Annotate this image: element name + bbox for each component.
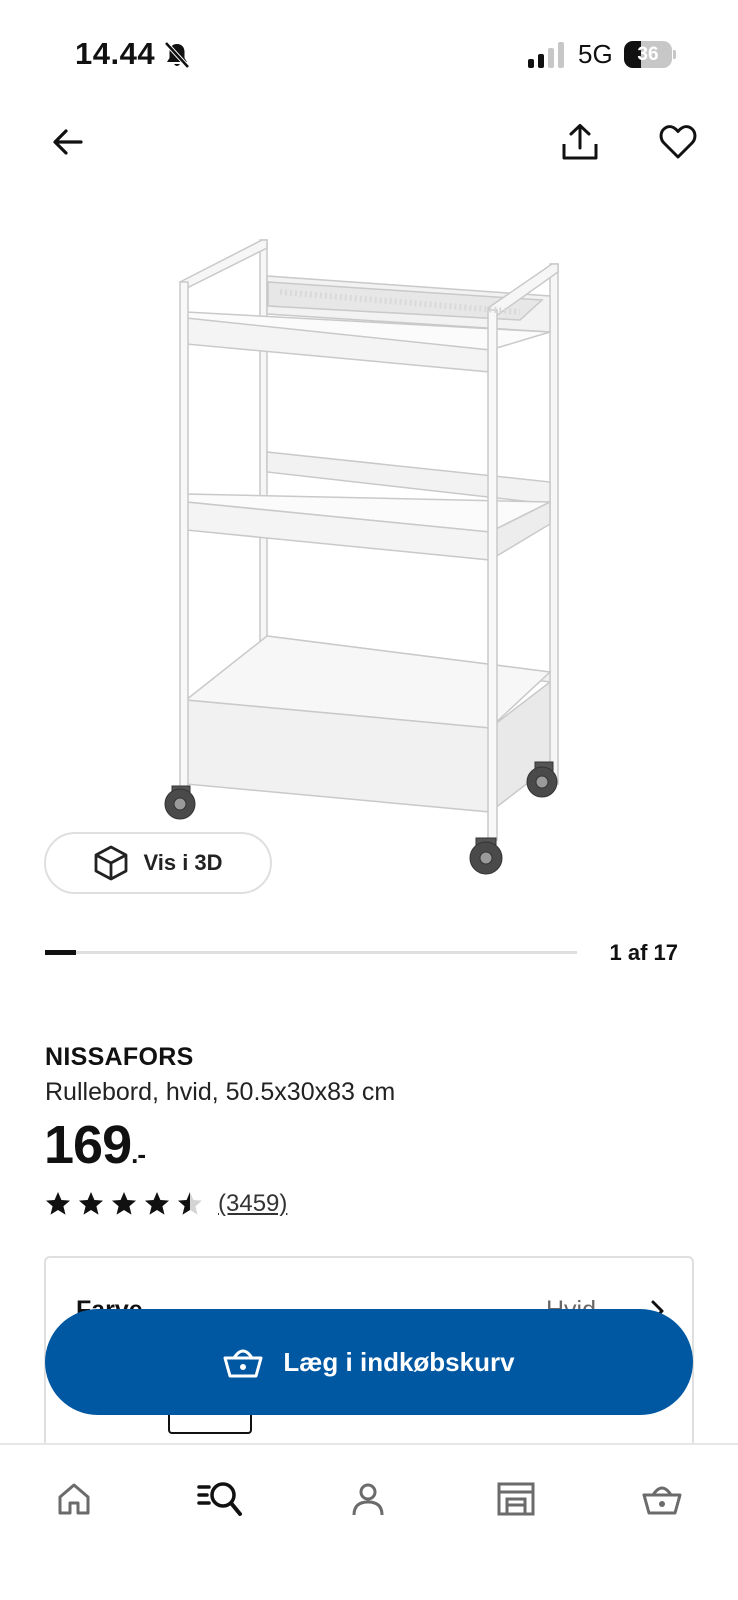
price-suffix: .- [131,1139,146,1169]
product-name: NISSAFORS [45,1043,194,1071]
heart-icon [659,125,697,159]
add-to-cart-label: Læg i indkøbskurv [283,1346,515,1377]
product-price: 169.- [44,1114,146,1176]
cube-icon [95,845,128,881]
star-icon [112,1192,136,1215]
gallery-progress-fill [45,950,76,955]
basket-icon [642,1486,682,1515]
nav-profile[interactable] [338,1469,398,1529]
star-icon [79,1192,103,1215]
gallery-counter: 1 af 17 [609,940,679,965]
product-rating[interactable]: (3459) [44,1188,287,1220]
battery-indicator: 36 [624,41,676,68]
back-button[interactable] [40,114,96,170]
nav-home[interactable] [44,1469,104,1529]
store-icon [497,1482,535,1516]
basket-icon [223,1349,263,1378]
gallery-progress [45,950,577,955]
add-to-cart-button[interactable]: Læg i indkøbskurv [45,1309,693,1415]
status-time: 14.44 [75,36,156,71]
review-count-link[interactable]: (3459) [218,1190,287,1218]
star-icon [46,1192,70,1215]
arrow-left-icon [53,129,83,155]
search-icon [197,1482,242,1516]
rating-stars [44,1190,204,1218]
nav-search[interactable] [190,1469,250,1529]
share-icon [562,124,598,160]
status-bar: 14.44 5G 36 [0,0,738,110]
star-icon [145,1192,169,1215]
view-3d-label: Vis i 3D [143,850,223,875]
star-icon [178,1192,202,1215]
battery-percent: 36 [637,44,659,65]
nav-store[interactable] [486,1469,546,1529]
product-description: Rullebord, hvid, 50.5x30x83 cm [45,1078,396,1106]
nav-cart[interactable] [632,1469,692,1529]
home-icon [58,1483,90,1515]
product-image[interactable] [150,232,590,894]
profile-icon [352,1483,384,1516]
bottom-nav [0,1443,738,1600]
share-button[interactable] [552,114,608,170]
view-3d-button[interactable]: Vis i 3D [44,832,272,894]
favorite-button[interactable] [650,114,706,170]
bell-muted-icon [164,41,190,69]
signal-icon [528,42,564,68]
network-label: 5G [578,39,613,69]
price-value: 169 [44,1115,132,1175]
